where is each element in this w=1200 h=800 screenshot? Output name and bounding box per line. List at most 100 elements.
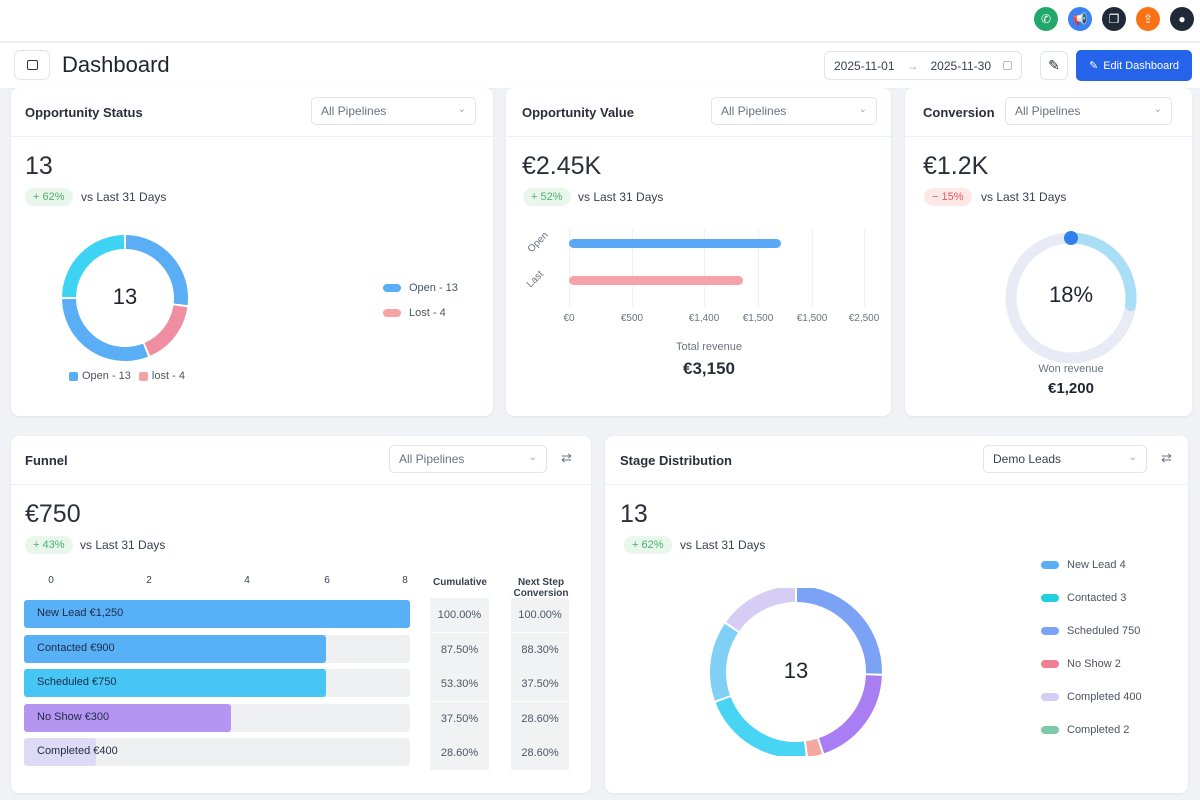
upload-icon[interactable]: ⇪ <box>1136 7 1160 31</box>
x-tick-label: 4 <box>244 575 250 586</box>
legend-item: Completed 2 <box>1041 724 1142 736</box>
legend-swatch <box>1041 627 1059 635</box>
funnel-row[interactable]: No Show €300 <box>24 703 410 732</box>
metric-value: 13 <box>620 500 648 528</box>
opportunity-status-card: Opportunity Status All Pipelines ⌄ 13 + 6… <box>11 88 493 416</box>
funnel-card: Funnel All Pipelines ⌄ ⇄ €750 + 43% vs La… <box>11 436 591 793</box>
legend-item: Scheduled 750 <box>1041 625 1142 637</box>
legend-label: Open - 13 <box>409 282 458 294</box>
card-title: Conversion <box>923 105 995 120</box>
next-step-cell: 88.30% <box>511 632 569 667</box>
select-value: All Pipelines <box>1015 104 1081 118</box>
funnel-bar-label: New Lead €1,250 <box>37 607 124 619</box>
legend-label: Completed 2 <box>1067 724 1130 736</box>
legend-label: No Show 2 <box>1067 658 1121 670</box>
change-badge: + 62% <box>624 536 672 554</box>
next-step-cell: 28.60% <box>511 701 569 736</box>
comparison-text: vs Last 31 Days <box>81 190 167 204</box>
funnel-row[interactable]: New Lead €1,250 <box>24 600 410 628</box>
cumulative-cell: 100.00% <box>430 598 489 632</box>
edit-dashboard-label: Edit Dashboard <box>1103 59 1180 72</box>
pipeline-select[interactable]: All Pipelines ⌄ <box>311 97 476 125</box>
comparison-text: vs Last 31 Days <box>680 538 766 552</box>
chevron-down-icon: ⌄ <box>1153 104 1162 115</box>
opportunity-value-card: Opportunity Value All Pipelines ⌄ €2.45K … <box>506 88 891 416</box>
pencil-icon: ✎ <box>1048 57 1060 73</box>
funnel-bar-label: Scheduled €750 <box>37 676 117 688</box>
legend-label: New Lead 4 <box>1067 559 1126 571</box>
bar-last[interactable] <box>569 276 744 285</box>
gridline <box>864 228 865 308</box>
change-badge: − 15% <box>924 188 972 206</box>
date-range-picker[interactable]: 2025-11-01 → 2025-11-30 <box>824 51 1022 80</box>
x-tick-label: 8 <box>402 575 408 586</box>
filter-settings-icon[interactable]: ⇄ <box>1161 450 1172 466</box>
donut-segment[interactable] <box>144 304 188 356</box>
next-step-cell: 100.00% <box>511 598 569 632</box>
legend-item: Open - 13 <box>69 370 131 382</box>
change-badge: + 62% <box>25 188 73 206</box>
donut-segment[interactable] <box>715 696 806 756</box>
funnel-row[interactable]: Scheduled €750 <box>24 669 410 697</box>
legend-label: Lost - 4 <box>409 307 446 319</box>
legend-swatch <box>1041 660 1059 668</box>
pipeline-select[interactable]: All Pipelines ⌄ <box>1005 97 1172 125</box>
pencil-icon: ✎ <box>1088 60 1099 72</box>
donut-segment[interactable] <box>805 738 823 756</box>
funnel-row[interactable]: Contacted €900 <box>24 634 410 663</box>
x-tick-label: €2,500 <box>848 313 880 324</box>
bar-open[interactable] <box>569 239 782 248</box>
legend-right: Open - 13 Lost - 4 <box>383 282 458 319</box>
legend-item: Contacted 3 <box>1041 592 1142 604</box>
x-tick-label: €500 <box>620 313 644 324</box>
cumulative-cell: 37.50% <box>430 701 489 736</box>
donut-center-value: 13 <box>112 284 138 309</box>
stage-select[interactable]: Demo Leads ⌄ <box>983 445 1147 473</box>
legend-swatch <box>69 371 78 381</box>
legend-swatch <box>1041 561 1059 569</box>
legend-swatch <box>1041 726 1059 734</box>
megaphone-icon[interactable]: 📢 <box>1068 7 1092 31</box>
funnel-bar-label: Completed €400 <box>37 745 118 757</box>
legend-item: New Lead 4 <box>1041 559 1142 571</box>
top-bar: ✆ 📢 ❐ ⇪ ● <box>0 0 1200 42</box>
metric-value: €1.2K <box>923 152 989 180</box>
pencil-button[interactable]: ✎ <box>1040 51 1068 80</box>
cumulative-cell: 87.50% <box>430 632 489 667</box>
won-label: Won revenue <box>1038 363 1104 375</box>
x-tick-label: €1,500 <box>796 313 828 324</box>
legend-label: Completed 400 <box>1067 691 1142 703</box>
y-category-label: Last <box>524 268 547 291</box>
funnel-row[interactable]: Completed €400 <box>24 738 410 766</box>
donut-segment[interactable] <box>726 588 796 632</box>
page-header: Dashboard 2025-11-01 → 2025-11-30 ✎ ✎ Edi… <box>0 43 1200 89</box>
phone-icon[interactable]: ✆ <box>1034 7 1058 31</box>
legend-bottom: Open - 13 lost - 4 <box>69 370 185 382</box>
copy-icon[interactable]: ❐ <box>1102 7 1126 31</box>
gridline <box>812 228 813 308</box>
calendar-icon <box>1003 61 1012 70</box>
legend-item: Open - 13 <box>383 282 458 294</box>
gauge-percent: 18% <box>1048 282 1094 307</box>
stage-legend: New Lead 4 Contacted 3 Scheduled 750 No Sho… <box>1041 559 1142 736</box>
sidebar-toggle-button[interactable] <box>14 50 50 80</box>
edit-dashboard-button[interactable]: ✎ Edit Dashboard <box>1076 50 1192 81</box>
conversion-card: Conversion All Pipelines ⌄ €1.2K − 15% vs… <box>905 88 1192 416</box>
legend-item: Completed 400 <box>1041 691 1142 703</box>
user-icon[interactable]: ● <box>1170 7 1194 31</box>
chevron-down-icon: ⌄ <box>457 104 466 115</box>
comparison-text: vs Last 31 Days <box>981 190 1067 204</box>
card-title: Opportunity Status <box>25 105 143 120</box>
donut-segment[interactable] <box>818 674 882 754</box>
opportunity-bar-chart: €0 €500 €1,400 €1,500 €1,500 €2,500 Open Last <box>506 88 891 338</box>
legend-item: lost - 4 <box>138 370 185 382</box>
select-value: Demo Leads <box>993 452 1062 466</box>
x-tick-label: €1,500 <box>742 313 774 324</box>
legend-swatch <box>1041 693 1059 701</box>
chevron-down-icon: ⌄ <box>1128 452 1137 463</box>
divider <box>605 484 1188 485</box>
legend-swatch <box>383 284 401 292</box>
page-title: Dashboard <box>62 52 170 77</box>
total-label: Total revenue <box>675 341 743 353</box>
legend-label: Scheduled 750 <box>1067 625 1141 637</box>
